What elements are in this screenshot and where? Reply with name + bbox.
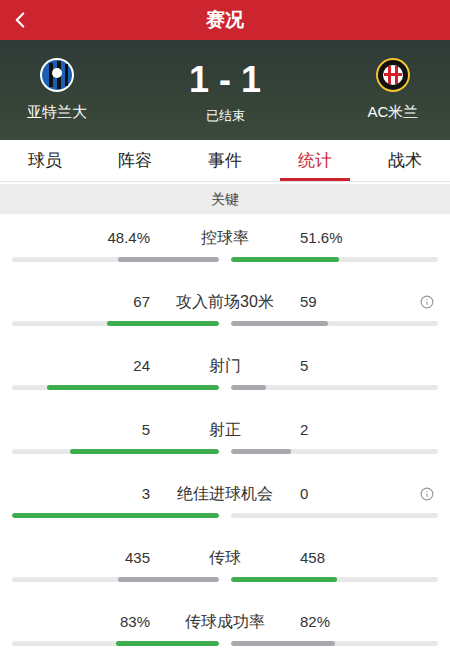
left-bar-track xyxy=(12,641,219,646)
left-bar-track xyxy=(12,513,219,518)
info-icon[interactable] xyxy=(420,295,434,309)
stat-bars xyxy=(0,385,450,390)
right-value: 458 xyxy=(300,548,325,568)
stat-row: 67攻入前场30米59 xyxy=(0,278,450,342)
right-value: 82% xyxy=(300,612,330,632)
header-title: 赛况 xyxy=(40,6,450,35)
away-team[interactable]: AC米兰 xyxy=(348,40,438,140)
stat-bars xyxy=(0,577,450,582)
stat-row: 48.4%控球率51.6% xyxy=(0,214,450,278)
stat-bars xyxy=(0,641,450,646)
left-bar-track xyxy=(12,321,219,326)
right-bar-fill xyxy=(231,257,339,262)
right-value: 51.6% xyxy=(300,228,343,248)
right-bar-fill xyxy=(231,577,337,582)
right-bar-track xyxy=(231,257,438,262)
tab-underline xyxy=(190,178,260,181)
stat-bars xyxy=(0,257,450,262)
stat-bars xyxy=(0,513,450,518)
back-button[interactable] xyxy=(0,7,40,33)
score: 1 - 1 xyxy=(189,62,261,98)
left-bar-track xyxy=(12,449,219,454)
right-bar-track xyxy=(231,321,438,326)
right-bar-track xyxy=(231,641,438,646)
right-bar-fill xyxy=(231,385,266,390)
stat-row: 3绝佳进球机会0 xyxy=(0,470,450,534)
left-bar-fill xyxy=(12,513,219,518)
left-value: 435 xyxy=(0,548,150,568)
stat-label: 射正 xyxy=(150,420,300,440)
info-icon[interactable] xyxy=(420,487,434,501)
milan-logo-icon xyxy=(375,57,411,93)
scoreboard: 1 - 1 已结束 xyxy=(102,40,348,140)
stat-label: 攻入前场30米 xyxy=(150,292,300,312)
left-bar-fill xyxy=(118,577,219,582)
tab-underline xyxy=(370,178,440,181)
right-bar-track xyxy=(231,513,438,518)
tab[interactable]: 阵容 xyxy=(90,140,180,181)
right-bar-track xyxy=(231,449,438,454)
left-bar-fill xyxy=(70,449,219,454)
left-value: 83% xyxy=(0,612,150,632)
stat-bars xyxy=(0,449,450,454)
home-team[interactable]: 亚特兰大 xyxy=(12,40,102,140)
app: 赛况亚特兰大1 - 1已结束AC米兰球员阵容事件统计战术关键48.4%控球率51… xyxy=(0,0,450,660)
right-bar-track xyxy=(231,577,438,582)
stat-bars xyxy=(0,321,450,326)
left-value: 48.4% xyxy=(0,228,150,248)
tab-underline xyxy=(280,178,350,181)
tab[interactable]: 球员 xyxy=(0,140,90,181)
left-bar-fill xyxy=(107,321,219,326)
stat-label: 控球率 xyxy=(150,228,300,248)
right-value: 2 xyxy=(300,420,308,440)
section-header: 关键 xyxy=(0,184,450,214)
match-status: 已结束 xyxy=(206,106,245,126)
left-value: 24 xyxy=(0,356,150,376)
left-bar-track xyxy=(12,385,219,390)
stats-list: 48.4%控球率51.6%67攻入前场30米5924射门55射正23绝佳进球机会… xyxy=(0,214,450,660)
header-bar: 赛况 xyxy=(0,0,450,40)
match-banner: 亚特兰大 1 - 1 已结束 AC米兰 xyxy=(0,40,450,140)
left-value: 67 xyxy=(0,292,150,312)
tab[interactable]: 事件 xyxy=(180,140,270,181)
left-bar-fill xyxy=(118,257,219,262)
tab[interactable]: 战术 xyxy=(360,140,450,181)
left-bar-fill xyxy=(116,641,220,646)
right-bar-track xyxy=(231,385,438,390)
home-team-name: 亚特兰大 xyxy=(27,101,87,124)
right-bar-fill xyxy=(231,449,291,454)
right-value: 0 xyxy=(300,484,308,504)
right-value: 5 xyxy=(300,356,308,376)
back-arrow-icon xyxy=(7,7,33,33)
stat-label: 传球成功率 xyxy=(150,612,300,632)
right-bar-fill xyxy=(231,641,335,646)
tab-underline xyxy=(10,178,80,181)
left-bar-track xyxy=(12,577,219,582)
tab-underline xyxy=(100,178,170,181)
stat-label: 射门 xyxy=(150,356,300,376)
left-bar-fill xyxy=(47,385,219,390)
left-value: 3 xyxy=(0,484,150,504)
right-value: 59 xyxy=(300,292,317,312)
right-bar-fill xyxy=(231,321,328,326)
stat-row: 83%传球成功率82% xyxy=(0,598,450,660)
left-bar-track xyxy=(12,257,219,262)
stat-row: 24射门5 xyxy=(0,342,450,406)
tab[interactable]: 统计 xyxy=(270,140,360,181)
stat-label: 绝佳进球机会 xyxy=(150,484,300,504)
away-team-name: AC米兰 xyxy=(368,101,419,124)
tab-bar: 球员阵容事件统计战术 xyxy=(0,140,450,182)
stat-row: 435传球458 xyxy=(0,534,450,598)
stat-row: 5射正2 xyxy=(0,406,450,470)
left-value: 5 xyxy=(0,420,150,440)
stat-label: 传球 xyxy=(150,548,300,568)
atalanta-logo-icon xyxy=(39,57,75,93)
